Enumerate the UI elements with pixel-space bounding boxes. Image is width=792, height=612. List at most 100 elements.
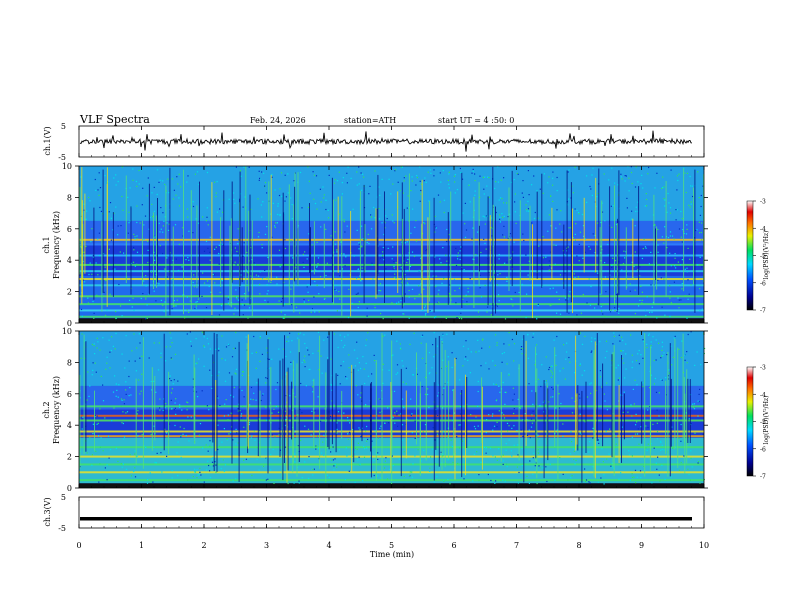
spectral-speckle — [194, 307, 196, 310]
spectral-speckle — [471, 172, 473, 174]
colorbar-tick-label: -3 — [760, 199, 766, 206]
spectral-speckle — [287, 336, 289, 338]
spectral-speckle — [569, 361, 571, 363]
spectral-speckle — [656, 422, 658, 424]
spectral-speckle — [248, 422, 251, 424]
spectral-speckle — [681, 218, 683, 220]
sferic-streak — [536, 191, 538, 279]
spectral-speckle — [271, 412, 273, 414]
spectral-speckle — [114, 348, 116, 350]
spectral-speckle — [157, 369, 160, 371]
spectral-speckle — [264, 299, 266, 301]
spectral-speckle — [395, 262, 397, 264]
spectral-speckle — [233, 313, 235, 315]
spectral-speckle — [485, 362, 487, 364]
spectral-speckle — [115, 206, 117, 208]
spectral-speckle — [361, 225, 363, 227]
spectral-speckle — [660, 440, 662, 442]
spectrogram-ytick-label: 8 — [67, 193, 72, 202]
sferic-streak — [674, 338, 676, 450]
spectral-speckle — [548, 269, 550, 271]
spectral-speckle — [108, 457, 110, 459]
spectral-speckle — [358, 243, 360, 245]
spectral-speckle — [634, 313, 636, 315]
spectral-speckle — [228, 372, 231, 374]
spectral-speckle — [604, 357, 606, 359]
spectral-speckle — [659, 480, 661, 482]
spectral-speckle — [345, 376, 347, 378]
spectral-speckle — [574, 208, 576, 210]
spectral-speckle — [173, 379, 175, 381]
sferic-streak — [353, 368, 355, 463]
spectral-speckle — [226, 438, 228, 440]
spectral-speckle — [267, 290, 269, 292]
spectral-speckle — [556, 291, 558, 293]
sferic-streak — [248, 210, 250, 292]
spectral-speckle — [315, 175, 318, 177]
spectral-speckle — [680, 423, 682, 426]
spectral-speckle — [663, 242, 665, 244]
spectral-speckle — [389, 468, 391, 470]
spectral-speckle — [530, 418, 533, 420]
spectral-speckle — [647, 173, 649, 175]
spectral-speckle — [606, 409, 608, 411]
spectral-speckle — [174, 407, 176, 409]
spectral-speckle — [558, 298, 560, 301]
spectral-speckle — [690, 203, 692, 205]
spectral-speckle — [136, 185, 138, 187]
spectral-speckle — [169, 346, 171, 348]
spectral-speckle — [340, 365, 342, 367]
spectral-speckle — [349, 431, 351, 433]
spectral-speckle — [664, 226, 666, 228]
spectrogram-ytick-label: 6 — [67, 390, 72, 399]
spectral-speckle — [156, 169, 159, 171]
spectral-speckle — [165, 360, 167, 362]
spectral-speckle — [188, 259, 190, 261]
spectral-speckle — [129, 187, 131, 189]
spectral-speckle — [579, 363, 581, 365]
spectral-speckle — [458, 447, 461, 449]
spectral-speckle — [135, 370, 137, 372]
spectral-speckle — [642, 187, 644, 189]
spectral-speckle — [182, 433, 184, 435]
spectral-speckle — [495, 383, 497, 386]
spectral-speckle — [287, 482, 289, 485]
spectrogram-ytick-label: 2 — [67, 288, 72, 297]
spectral-speckle — [466, 304, 468, 306]
spectral-speckle — [480, 251, 482, 254]
spectral-speckle — [488, 177, 490, 179]
sferic-streak — [298, 352, 300, 462]
spectral-speckle — [561, 231, 563, 233]
spectral-speckle — [428, 406, 430, 409]
spectral-speckle — [673, 238, 675, 240]
spectral-speckle — [408, 289, 410, 292]
sferic-streak — [566, 170, 568, 313]
spectral-speckle — [446, 240, 448, 243]
spectral-speckle — [633, 265, 635, 267]
spectral-speckle — [488, 473, 491, 475]
spectral-speckle — [661, 355, 663, 357]
spectral-speckle — [426, 248, 428, 250]
spectral-speckle — [522, 180, 524, 182]
sferic-streak — [489, 215, 491, 282]
sferic-streak — [694, 169, 696, 313]
spectral-speckle — [358, 301, 360, 303]
spectral-speckle — [123, 403, 125, 405]
spectral-speckle — [662, 187, 664, 189]
sferic-streak — [294, 186, 296, 282]
spectral-speckle — [654, 187, 656, 189]
spectral-speckle — [205, 240, 208, 242]
spectral-speckle — [398, 458, 401, 460]
spectral-speckle — [203, 250, 206, 252]
spectral-speckle — [236, 250, 238, 253]
spectral-speckle — [143, 224, 145, 226]
sferic-streak — [297, 172, 299, 286]
spectral-speckle — [623, 250, 625, 252]
sferic-streak — [375, 208, 377, 299]
spectral-speckle — [611, 226, 613, 228]
spectral-speckle — [337, 374, 339, 376]
spectral-speckle — [694, 364, 696, 366]
spectral-speckle — [150, 380, 152, 383]
spectral-speckle — [406, 282, 408, 284]
spectral-speckle — [344, 231, 346, 233]
